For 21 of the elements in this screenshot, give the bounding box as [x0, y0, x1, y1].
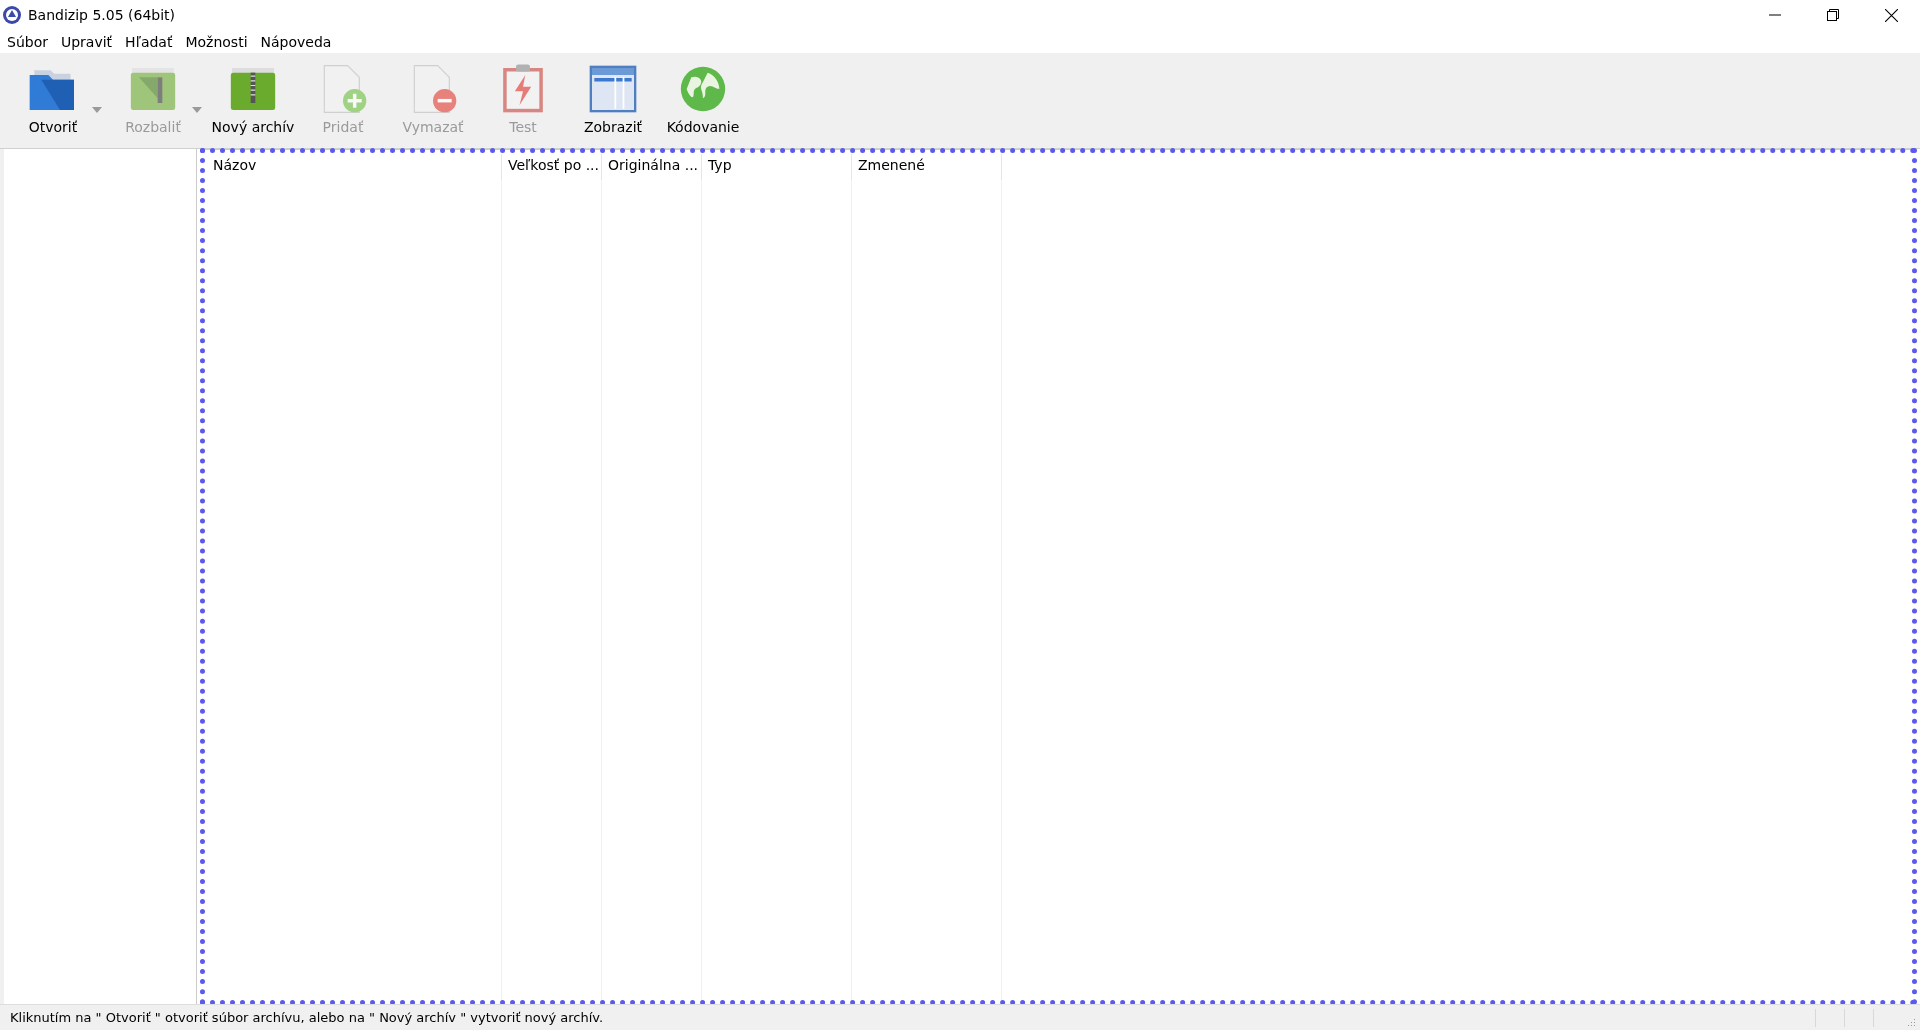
toolbar-button[interactable]: Nový archív — [208, 53, 298, 143]
toolbar-button[interactable]: Zobraziť — [568, 53, 658, 143]
menu-item[interactable]: Hľadať — [125, 33, 173, 50]
toolbar-button[interactable]: Otvoriť — [8, 53, 98, 143]
column-header[interactable]: Zmenené — [852, 154, 1002, 180]
column-header[interactable]: Názov — [207, 154, 502, 180]
window-title: Bandizip 5.05 (64bit) — [28, 7, 176, 23]
resize-grip-icon[interactable] — [1906, 1016, 1916, 1027]
column-header[interactable]: Veľkosť po ... — [502, 154, 602, 180]
menu-item[interactable]: Súbor — [7, 33, 48, 50]
column-header[interactable]: Originálna ... — [602, 154, 702, 180]
column-header[interactable]: Typ — [702, 154, 852, 180]
menu-item[interactable]: Možnosti — [185, 33, 248, 50]
menu-item[interactable]: Nápoveda — [260, 33, 332, 50]
restore-icon — [1827, 9, 1839, 21]
dropdown-caret-icon[interactable] — [192, 107, 202, 113]
status-text: Kliknutím na " Otvoriť " otvoriť súbor archívu, alebo na " Nový archív " vytvoriť nový archív. — [9, 1010, 604, 1025]
close-icon — [1884, 8, 1898, 22]
toolbar-button[interactable]: Kódovanie — [658, 53, 748, 143]
menu-item[interactable]: Upraviť — [60, 33, 113, 50]
dropdown-caret-icon[interactable] — [92, 107, 102, 113]
